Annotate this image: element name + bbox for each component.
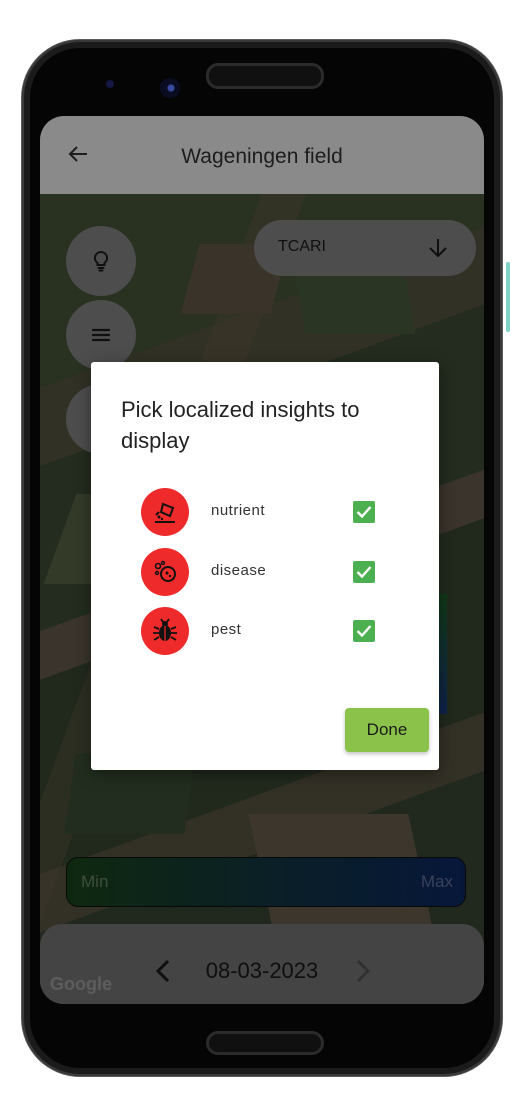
checkmark-icon [356,506,372,519]
pest-checkbox[interactable] [353,620,375,642]
disease-checkbox[interactable] [353,561,375,583]
checkmark-icon [356,566,372,579]
insight-option-label: pest [211,621,242,638]
insight-option-disease[interactable]: disease [141,548,411,596]
page-title: Wageningen field [181,145,343,168]
insight-option-nutrient[interactable]: nutrient [141,488,411,536]
disease-icon [141,548,189,596]
insights-dialog: Pick localized insights to display nutri… [91,362,439,770]
done-button-label: Done [366,720,408,739]
front-camera [160,78,180,98]
dialog-title: Pick localized insights to display [121,397,360,453]
earpiece-speaker [206,63,324,89]
checkmark-icon [356,625,372,638]
side-button [506,262,510,332]
bottom-speaker [206,1031,324,1055]
insight-option-label: disease [211,562,267,579]
insight-option-pest[interactable]: pest [141,607,411,655]
insight-option-label: nutrient [211,502,266,519]
nutrient-icon [141,488,189,536]
front-sensor [106,80,114,88]
pest-icon [141,607,189,655]
app-bar: Wageningen field [40,116,484,194]
done-button[interactable]: Done [345,708,429,752]
nutrient-checkbox[interactable] [353,501,375,523]
